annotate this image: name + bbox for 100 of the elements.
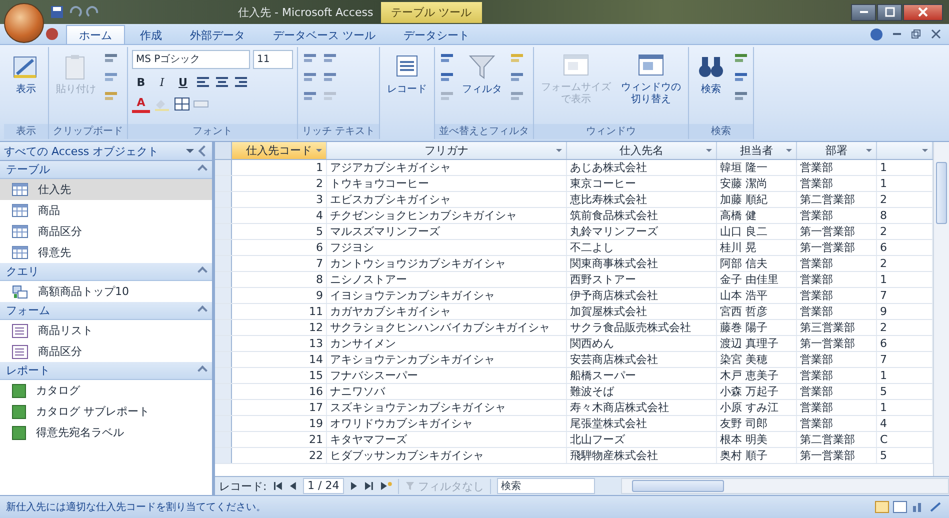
column-header[interactable]: フリガナ [327,142,567,159]
row-selector[interactable] [215,320,232,335]
row-selector[interactable] [215,208,232,223]
ribbon-tab[interactable]: 外部データ [177,25,258,44]
previous-record-icon[interactable] [288,481,297,491]
format-button[interactable]: B [132,73,150,91]
scrollbar-thumb[interactable] [936,162,947,224]
row-selector[interactable] [215,432,232,447]
column-header[interactable]: 担当者 [717,142,797,159]
table-cell: チクゼンショクヒンカブシキガイシャ [327,208,567,223]
row-selector[interactable] [215,400,232,415]
navigation-item[interactable]: 得意先宛名ラベル [0,422,212,443]
format-button[interactable]: I [153,73,171,91]
scrollbar-thumb[interactable] [632,480,724,492]
select-all-corner[interactable] [215,142,232,159]
gridlines-icon[interactable] [174,97,190,111]
row-selector[interactable] [215,416,232,431]
office-button[interactable] [4,3,44,43]
ribbon-button[interactable]: ウィンドウの 切り替え [618,50,684,108]
table-cell: 渡辺 真理子 [717,336,797,351]
font-name-dropdown[interactable]: MS Pゴシック [132,50,250,69]
row-selector[interactable] [215,160,232,175]
table-cell: オワリドウカブシキガイシャ [327,416,567,431]
close-icon[interactable] [931,29,941,39]
horizontal-scrollbar[interactable] [620,478,949,494]
row-selector[interactable] [215,272,232,287]
table-cell: 加藤 順紀 [717,192,797,207]
table-cell: 5 [232,224,327,239]
minimize-button[interactable] [851,4,876,20]
maximize-button[interactable] [877,4,902,20]
vertical-scrollbar[interactable] [933,142,949,476]
table-cell: 安芸商店株式会社 [567,352,717,367]
pivot-table-icon[interactable] [893,501,907,513]
ribbon-button[interactable]: 検索 [693,50,730,98]
ribbon-tab[interactable]: データベース ツール [260,25,388,44]
navigation-group-header[interactable]: レポート [0,362,212,380]
navigation-item[interactable]: 商品区分 [0,341,212,362]
navigation-group-header[interactable]: クエリ [0,263,212,281]
align-right-icon[interactable] [233,75,249,89]
navigation-item[interactable]: カタログ [0,380,212,401]
redo-icon[interactable] [86,5,100,19]
first-record-icon[interactable] [272,481,283,491]
table-cell: 奥村 順子 [717,448,797,463]
next-record-icon[interactable] [350,481,358,491]
table-cell: 営業部 [797,160,877,175]
record-label: レコード: [219,478,267,494]
navigation-group-header[interactable]: フォーム [0,302,212,320]
font-color-button[interactable]: A [132,95,150,113]
row-selector[interactable] [215,256,232,271]
row-selector[interactable] [215,288,232,303]
fill-color-icon[interactable] [153,97,171,111]
row-selector[interactable] [215,176,232,191]
save-icon[interactable] [50,5,64,19]
group-title: フォーム [6,303,50,318]
ribbon-tab[interactable]: データシート [390,25,482,44]
navigation-item[interactable]: 商品リスト [0,320,212,341]
row-selector[interactable] [215,224,232,239]
ribbon-button[interactable]: 表示 [8,50,44,98]
navigation-item[interactable]: 商品区分 [0,221,212,242]
row-selector[interactable] [215,192,232,207]
navigation-item[interactable]: カタログ サブレポート [0,401,212,422]
ribbon-tab[interactable]: 作成 [127,25,175,44]
table-cell: イヨショウテンカブシキガイシャ [327,288,567,303]
column-header[interactable]: 仕入先コード [232,142,327,159]
table-icon [12,225,28,238]
font-size-dropdown[interactable]: 11 [253,50,293,69]
group-label: 検索 [689,124,754,139]
search-field[interactable]: 検索 [496,478,595,494]
datasheet-view-icon[interactable] [875,501,889,513]
new-record-icon[interactable] [380,481,392,491]
ribbon-tab[interactable]: ホーム [66,25,125,44]
navigation-item[interactable]: 高額商品トップ10 [0,281,212,302]
align-left-icon[interactable] [195,75,211,89]
align-center-icon[interactable] [214,75,230,89]
navigation-item[interactable]: 商品 [0,200,212,221]
close-button[interactable] [903,4,943,20]
ribbon-button[interactable]: レコード [384,50,430,98]
ribbon-button[interactable]: フィルタ [459,50,506,98]
format-button[interactable]: U [174,73,192,91]
design-view-icon[interactable] [929,501,943,513]
row-selector[interactable] [215,352,232,367]
navigation-item[interactable]: 得意先 [0,242,212,263]
row-selector[interactable] [215,240,232,255]
table-cell: 12 [232,320,327,335]
last-record-icon[interactable] [364,481,374,491]
row-selector[interactable] [215,336,232,351]
restore-icon[interactable] [911,29,921,39]
table-cell: 営業部 [797,384,877,399]
dropdown-arrow-icon[interactable] [186,149,194,153]
row-selector[interactable] [215,448,232,463]
table-cell: 9 [232,288,327,303]
navigation-item[interactable]: 仕入先 [0,179,212,200]
table-cell: 営業部 [797,416,877,431]
column-header[interactable]: 仕入先名 [567,142,717,159]
navigation-group-header[interactable]: テーブル [0,161,212,179]
column-header[interactable]: 部署 [797,142,877,159]
record-position-field[interactable]: 1 / 24 [302,478,344,494]
row-selector[interactable] [215,304,232,319]
row-selector[interactable] [215,368,232,383]
row-selector[interactable] [215,384,232,399]
